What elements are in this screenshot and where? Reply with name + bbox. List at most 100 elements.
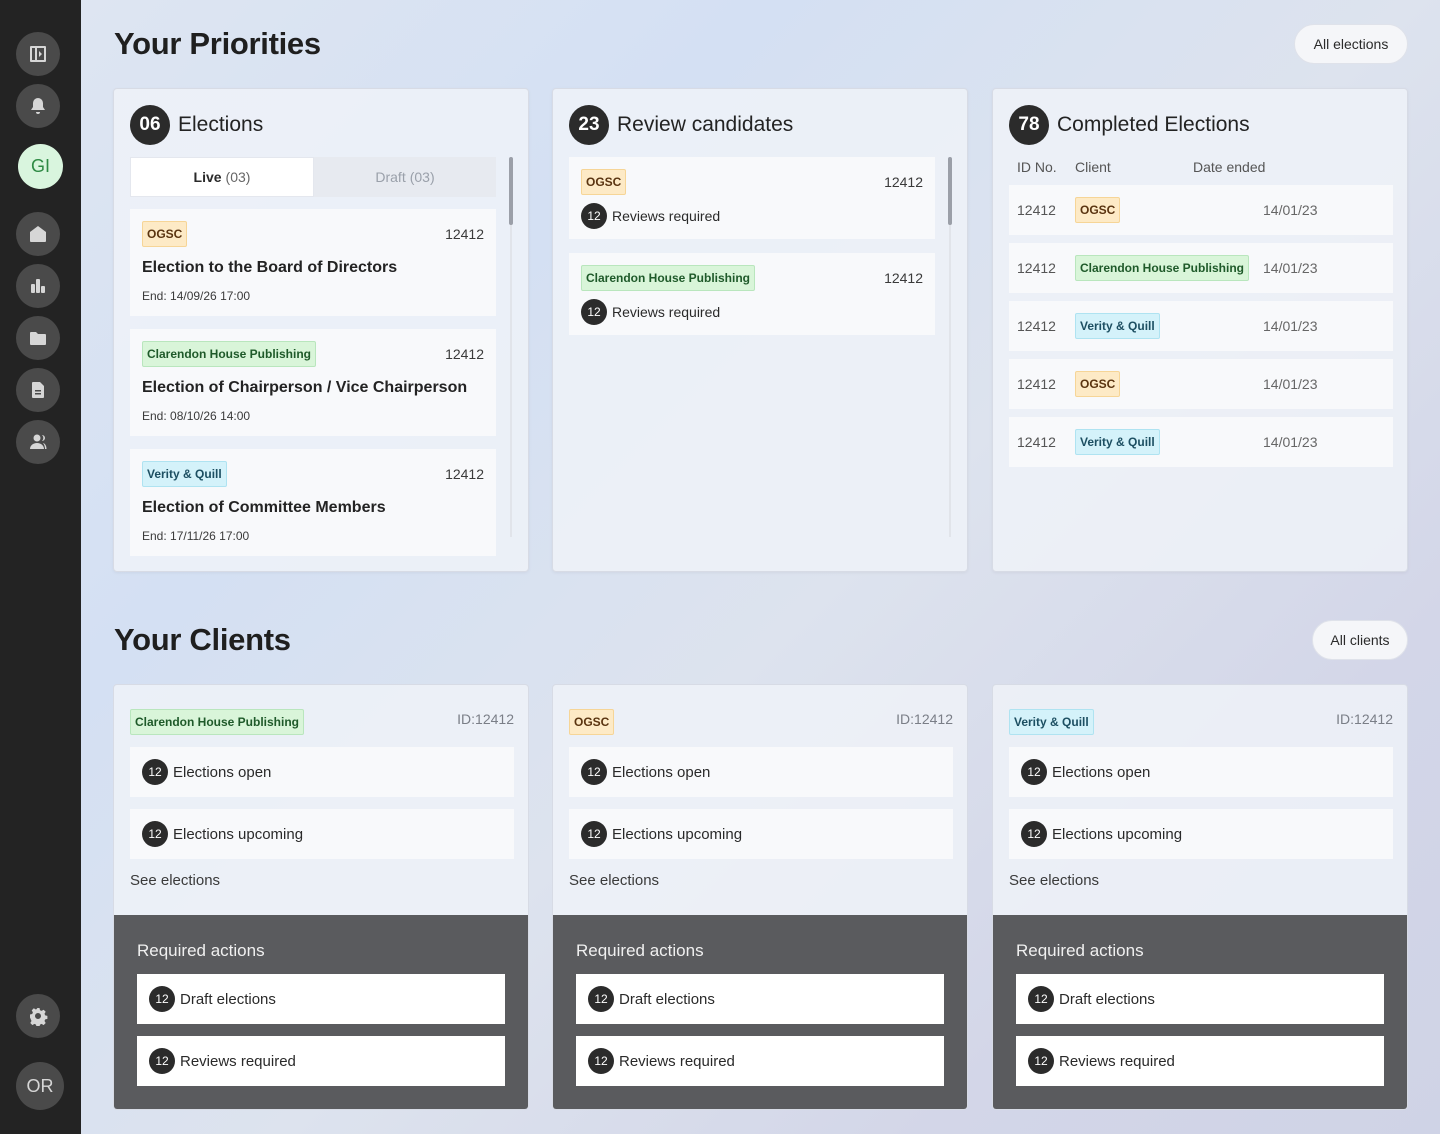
home-icon[interactable] xyxy=(16,212,60,256)
client-tag: Verity & Quill xyxy=(142,461,227,487)
table-row[interactable]: 12412 Clarendon House Publishing 14/01/2… xyxy=(1009,243,1393,293)
count-badge: 12 xyxy=(142,759,168,785)
count-badge: 12 xyxy=(1021,821,1047,847)
bell-icon[interactable] xyxy=(16,84,60,128)
elections-upcoming-row[interactable]: 12 Elections upcoming xyxy=(130,809,514,859)
elections-open-row[interactable]: 12 Elections open xyxy=(569,747,953,797)
sidebar: GI OR xyxy=(0,0,81,1134)
client-tag: Clarendon House Publishing xyxy=(130,709,305,735)
client-id: ID:12412 xyxy=(896,711,953,727)
column-header-date: Date ended xyxy=(1193,159,1266,175)
reviews-required-row[interactable]: 12 Reviews required xyxy=(576,1036,944,1086)
elections-tabs: Live (03) Draft (03) xyxy=(130,157,496,197)
row-date: 14/01/23 xyxy=(1263,202,1318,218)
row-label: Reviews required xyxy=(1059,1052,1175,1070)
review-card-title: Review candidates xyxy=(617,113,794,136)
elections-open-row[interactable]: 12 Elections open xyxy=(130,747,514,797)
priorities-title: Your Priorities xyxy=(114,26,321,61)
draft-elections-row[interactable]: 12 Draft elections xyxy=(576,974,944,1024)
reviews-label: Reviews required xyxy=(612,208,721,224)
completed-count: 78 xyxy=(1009,105,1049,145)
reviews-label: Reviews required xyxy=(612,304,721,320)
review-card-header: 23 Review candidates xyxy=(569,105,793,145)
reviews-required-row[interactable]: 12 Reviews required xyxy=(1016,1036,1384,1086)
table-row[interactable]: 12412 Verity & Quill 14/01/23 xyxy=(1009,417,1393,467)
row-id: 12412 xyxy=(1017,376,1056,392)
elections-scrollbar[interactable] xyxy=(509,157,513,225)
review-candidates-card: 23 Review candidates OGSC 12412 12 Revie… xyxy=(552,88,968,572)
clients-title: Your Clients xyxy=(114,622,291,657)
see-elections-link[interactable]: See elections xyxy=(569,872,659,889)
tab-live-count: (03) xyxy=(225,169,251,185)
all-clients-button[interactable]: All clients xyxy=(1312,620,1408,660)
row-date: 14/01/23 xyxy=(1263,434,1318,450)
row-label: Draft elections xyxy=(1059,990,1155,1008)
see-elections-link[interactable]: See elections xyxy=(1009,872,1099,889)
user-avatar[interactable]: GI xyxy=(18,144,63,189)
count-badge: 12 xyxy=(581,821,607,847)
elections-count: 06 xyxy=(130,105,170,145)
review-id: 12412 xyxy=(884,270,923,286)
review-item[interactable]: Clarendon House Publishing 12412 12 Revi… xyxy=(569,253,935,335)
all-elections-button[interactable]: All elections xyxy=(1294,24,1408,64)
election-end: End: 17/11/26 17:00 xyxy=(142,529,250,543)
tab-draft-label: Draft xyxy=(375,169,406,185)
row-id: 12412 xyxy=(1017,260,1056,276)
document-icon[interactable] xyxy=(16,368,60,412)
row-label: Elections open xyxy=(1052,763,1151,781)
tab-live-label: Live xyxy=(193,169,222,185)
reviews-required: 12 Reviews required xyxy=(581,299,720,325)
column-header-client: Client xyxy=(1075,159,1111,175)
required-actions-title: Required actions xyxy=(137,941,265,960)
row-label: Elections upcoming xyxy=(612,825,743,843)
chart-icon[interactable] xyxy=(16,264,60,308)
election-item[interactable]: Clarendon House Publishing 12412 Electio… xyxy=(130,329,496,436)
elections-upcoming-row[interactable]: 12 Elections upcoming xyxy=(1009,809,1393,859)
elections-open-row[interactable]: 12 Elections open xyxy=(1009,747,1393,797)
required-actions-title: Required actions xyxy=(1016,941,1144,960)
folder-icon[interactable] xyxy=(16,316,60,360)
table-row[interactable]: 12412 Verity & Quill 14/01/23 xyxy=(1009,301,1393,351)
row-id: 12412 xyxy=(1017,434,1056,450)
required-actions-panel: Required actions 12 Draft elections 12 R… xyxy=(553,915,967,1109)
table-row[interactable]: 12412 OGSC 14/01/23 xyxy=(1009,185,1393,235)
required-actions-panel: Required actions 12 Draft elections 12 R… xyxy=(993,915,1407,1109)
client-tag: OGSC xyxy=(1075,197,1121,223)
review-scrollbar[interactable] xyxy=(948,157,952,225)
tab-live[interactable]: Live (03) xyxy=(130,157,314,197)
review-item[interactable]: OGSC 12412 12 Reviews required xyxy=(569,157,935,239)
reviews-required-row[interactable]: 12 Reviews required xyxy=(137,1036,505,1086)
count-badge: 12 xyxy=(1021,759,1047,785)
see-elections-link[interactable]: See elections xyxy=(130,872,220,889)
row-label: Draft elections xyxy=(180,990,276,1008)
client-tag: Clarendon House Publishing xyxy=(1075,255,1250,281)
election-item[interactable]: OGSC 12412 Election to the Board of Dire… xyxy=(130,209,496,316)
draft-elections-row[interactable]: 12 Draft elections xyxy=(137,974,505,1024)
sidebar-toggle-icon[interactable] xyxy=(16,32,60,76)
election-item[interactable]: Verity & Quill 12412 Election of Committ… xyxy=(130,449,496,556)
completed-elections-card: 78 Completed Elections ID No. Client Dat… xyxy=(992,88,1408,572)
required-actions-panel: Required actions 12 Draft elections 12 R… xyxy=(114,915,528,1109)
client-tag: Clarendon House Publishing xyxy=(142,341,317,367)
row-id: 12412 xyxy=(1017,318,1056,334)
row-label: Elections open xyxy=(173,763,272,781)
users-icon[interactable] xyxy=(16,420,60,464)
election-title: Election of Chairperson / Vice Chairpers… xyxy=(142,379,468,396)
election-end: End: 14/09/26 17:00 xyxy=(142,289,251,303)
required-actions-title: Required actions xyxy=(576,941,704,960)
tab-draft[interactable]: Draft (03) xyxy=(314,157,496,197)
count-badge: 12 xyxy=(142,821,168,847)
profile-avatar[interactable]: OR xyxy=(16,1062,64,1110)
client-id: ID:12412 xyxy=(1336,711,1393,727)
draft-elections-row[interactable]: 12 Draft elections xyxy=(1016,974,1384,1024)
table-row[interactable]: 12412 OGSC 14/01/23 xyxy=(1009,359,1393,409)
client-tag: OGSC xyxy=(1075,371,1121,397)
elections-upcoming-row[interactable]: 12 Elections upcoming xyxy=(569,809,953,859)
gear-icon[interactable] xyxy=(16,994,60,1038)
row-date: 14/01/23 xyxy=(1263,260,1318,276)
client-tag: Verity & Quill xyxy=(1075,313,1160,339)
row-label: Elections upcoming xyxy=(173,825,304,843)
client-tag: OGSC xyxy=(142,221,188,247)
row-id: 12412 xyxy=(1017,202,1056,218)
client-tag: OGSC xyxy=(581,169,627,195)
